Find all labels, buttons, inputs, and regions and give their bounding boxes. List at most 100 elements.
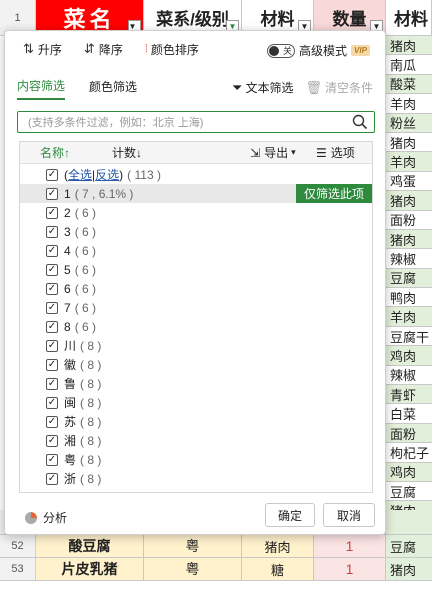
cell-material-2[interactable]: 青虾	[386, 385, 432, 405]
select-all-link[interactable]: 全选	[68, 168, 92, 182]
cell-material-2[interactable]: 白菜	[386, 404, 432, 424]
list-item[interactable]: ✓ 2( 6 )	[20, 203, 372, 222]
cell-material-2[interactable]: 羊肉	[386, 307, 432, 327]
cell-material-2[interactable]: 枸杞子	[386, 443, 432, 463]
checkbox[interactable]: ✓	[46, 434, 58, 447]
cell-material-2[interactable]: 猪肉	[386, 558, 432, 580]
list-item[interactable]: ✓ 8( 6 )	[20, 317, 372, 336]
cell-material[interactable]: 糖	[242, 558, 314, 580]
cell-material-2[interactable]: 鸡肉	[386, 346, 432, 366]
list-item[interactable]: ✓ 苏( 8 )	[20, 412, 372, 431]
tab-color-filter[interactable]: 颜色筛选	[89, 78, 137, 99]
tab-content-filter[interactable]: 内容筛选	[17, 77, 66, 100]
checkbox[interactable]: ✓	[46, 244, 58, 257]
cell-material-2[interactable]: 粉丝	[386, 113, 432, 133]
cell-material-2[interactable]: 面粉	[386, 423, 432, 444]
cell-cuisine[interactable]: 粤	[144, 558, 242, 580]
checkbox[interactable]: ✓	[46, 225, 58, 238]
sort-by-count[interactable]: 计数↓	[112, 144, 142, 161]
list-item[interactable]: ✓ 川( 8 )	[20, 336, 372, 355]
cell-material-2[interactable]: 面粉	[386, 210, 432, 230]
list-item[interactable]: ✓ 湘( 8 )	[20, 431, 372, 450]
checkbox[interactable]: ✓	[46, 377, 58, 390]
cell-material-2[interactable]: 猪肉	[386, 229, 432, 250]
cell-material[interactable]: 猪肉	[242, 535, 314, 557]
list-item[interactable]: ✓ 6( 6 )	[20, 279, 372, 298]
checkbox[interactable]: ✓	[46, 415, 58, 428]
ok-button[interactable]: 确定	[265, 503, 315, 527]
checkbox[interactable]: ✓	[46, 263, 58, 276]
cell-material-2[interactable]: 豆腐	[386, 481, 432, 502]
cell-material-2[interactable]: 猪肉	[386, 132, 432, 153]
cell-cuisine[interactable]: 粤	[144, 535, 242, 557]
checkbox[interactable]: ✓	[46, 396, 58, 409]
cell-dish[interactable]: 酸豆腐	[36, 535, 144, 557]
list-item[interactable]: ✓ 1( 7 , 6.1% ) 仅筛选此项	[20, 184, 372, 203]
item-value: 1	[64, 186, 71, 201]
list-item[interactable]: ✓ 3( 6 )	[20, 222, 372, 241]
filter-only-this-button[interactable]: 仅筛选此项	[296, 184, 372, 203]
text-filter-button[interactable]: ⏷ 文本筛选	[232, 79, 293, 96]
list-item[interactable]: ✓ 浙( 8 )	[20, 469, 372, 488]
checkbox[interactable]: ✓	[46, 320, 58, 333]
advanced-mode[interactable]: 关 高级模式 VIP	[267, 42, 370, 59]
advanced-mode-toggle[interactable]: 关	[267, 43, 295, 58]
cell-material-2[interactable]: 羊肉	[386, 152, 432, 172]
invert-link[interactable]: 反选	[95, 168, 119, 182]
table-row[interactable]: 52 酸豆腐 粤 猪肉 1 豆腐	[0, 535, 432, 558]
search-icon[interactable]	[352, 114, 368, 130]
cell-material-2[interactable]: 辣椒	[386, 365, 432, 386]
checkbox[interactable]: ✓	[46, 358, 58, 371]
checkbox[interactable]: ✓	[46, 453, 58, 466]
checkbox[interactable]: ✓	[46, 339, 58, 352]
search-input[interactable]: (支持多条件过滤，例如：北京 上海)	[17, 111, 375, 133]
trash-icon: 🗑	[305, 79, 322, 95]
cell-material-2[interactable]: 鸡肉	[386, 462, 432, 482]
cell-material-2[interactable]: 猪肉	[386, 36, 432, 56]
export-button[interactable]: ⇲ 导出 ▾	[250, 144, 296, 161]
list-item[interactable]: ✓ 5( 6 )	[20, 260, 372, 279]
item-count: ( 8 )	[80, 434, 102, 448]
cell-material-2[interactable]: 猪肉	[386, 191, 432, 211]
checkbox[interactable]: ✓	[46, 206, 58, 219]
checkbox[interactable]: ✓	[46, 168, 58, 181]
cell-material-2[interactable]: 鸭肉	[386, 288, 432, 308]
cell-qty[interactable]: 1	[314, 535, 386, 557]
clear-conditions-button[interactable]: 🗑 清空条件	[305, 79, 373, 96]
cell-material-2[interactable]: 辣椒	[386, 249, 432, 269]
list-item[interactable]: ✓ 7( 6 )	[20, 298, 372, 317]
list-item[interactable]: ✓ 粤( 8 )	[20, 450, 372, 469]
checkbox[interactable]: ✓	[46, 472, 58, 485]
list-item[interactable]: ✓ 鲁( 8 )	[20, 374, 372, 393]
item-value: 6	[64, 281, 71, 296]
cell-dish[interactable]: 片皮乳猪	[36, 558, 144, 580]
cell-qty[interactable]: 1	[314, 558, 386, 580]
chevron-down-icon: ▾	[291, 147, 296, 157]
cell-material-2[interactable]: 鸡蛋	[386, 171, 432, 192]
cell-material-2[interactable]: 酸菜	[386, 74, 432, 95]
cell-material-2[interactable]: 羊肉	[386, 94, 432, 114]
sort-asc-button[interactable]: ⇅ 升序	[23, 41, 62, 58]
item-value: 湘	[64, 434, 77, 448]
funnel-icon: ⏷	[232, 79, 243, 95]
export-icon: ⇲	[250, 145, 261, 160]
table-row[interactable]: 53 片皮乳猪 粤 糖 1 猪肉	[0, 558, 432, 581]
cell-material-2[interactable]: 豆腐	[386, 535, 432, 557]
select-all-row[interactable]: ✓ (全选|反选)( 113 )	[20, 165, 372, 184]
color-sort-button[interactable]: ⁞ 颜色排序	[145, 41, 199, 58]
checkbox[interactable]: ✓	[46, 282, 58, 295]
list-item[interactable]: ✓ 闽( 8 )	[20, 393, 372, 412]
sort-desc-button[interactable]: ⇵ 降序	[84, 41, 123, 58]
checkbox[interactable]: ✓	[46, 187, 58, 200]
sort-by-name[interactable]: 名称↑	[40, 144, 70, 161]
analyze-button[interactable]: 分析	[25, 509, 67, 526]
options-button[interactable]: ☰ 选项	[316, 144, 355, 161]
list-item[interactable]: ✓ 徽( 8 )	[20, 355, 372, 374]
header-material-2[interactable]: 材料	[386, 0, 432, 36]
cell-material-2[interactable]: 豆腐	[386, 268, 432, 289]
cell-material-2[interactable]: 豆腐干	[386, 326, 432, 347]
list-item[interactable]: ✓ 4( 6 )	[20, 241, 372, 260]
cell-material-2[interactable]: 南瓜	[386, 55, 432, 75]
checkbox[interactable]: ✓	[46, 301, 58, 314]
cancel-button[interactable]: 取消	[323, 503, 375, 527]
